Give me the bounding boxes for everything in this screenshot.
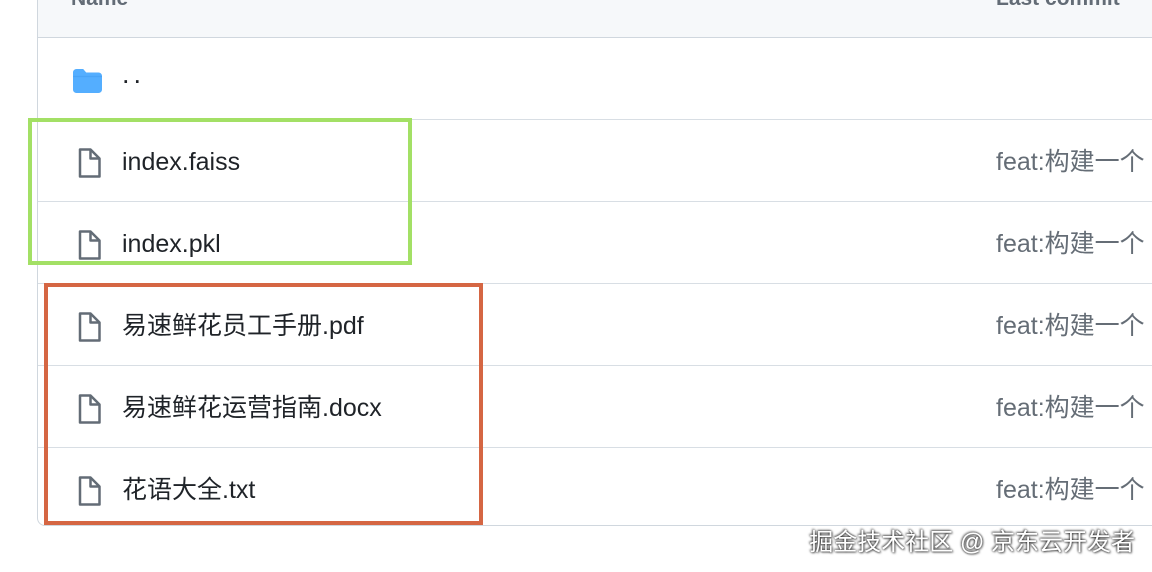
commit-message-link[interactable]: feat:构建一个 (996, 228, 1145, 260)
parent-directory-link[interactable]: .. (122, 58, 145, 90)
table-header: Name Last commit (38, 0, 1152, 38)
commit-message-link[interactable]: feat:构建一个 (996, 146, 1145, 178)
table-row-operations-guide-docx[interactable]: 易速鲜花运营指南.docx feat:构建一个 (38, 366, 1152, 448)
file-name-link[interactable]: index.faiss (122, 146, 240, 178)
file-icon (71, 230, 104, 260)
header-name: Name (71, 0, 128, 9)
table-row-index-pkl[interactable]: index.pkl feat:构建一个 (38, 202, 1152, 284)
commit-message-link[interactable]: feat:构建一个 (996, 474, 1145, 506)
file-browser-table: Name Last commit .. index.faiss feat:构建一… (37, 0, 1152, 526)
watermark: 掘金技术社区 @ 京东云开发者 (809, 529, 1135, 556)
table-row-flower-language-txt[interactable]: 花语大全.txt feat:构建一个 (38, 448, 1152, 525)
file-name-link[interactable]: index.pkl (122, 228, 221, 260)
table-row-index-faiss[interactable]: index.faiss feat:构建一个 (38, 120, 1152, 202)
file-name-link[interactable]: 易速鲜花员工手册.pdf (122, 310, 364, 342)
folder-icon (71, 66, 104, 96)
table-row-employee-handbook-pdf[interactable]: 易速鲜花员工手册.pdf feat:构建一个 (38, 284, 1152, 366)
file-icon (71, 394, 104, 424)
file-name-link[interactable]: 易速鲜花运营指南.docx (122, 392, 382, 424)
file-name-link[interactable]: 花语大全.txt (122, 474, 255, 506)
commit-message-link[interactable]: feat:构建一个 (996, 392, 1145, 424)
screenshot-stage: Name Last commit .. index.faiss feat:构建一… (0, 0, 1152, 572)
file-icon (71, 148, 104, 178)
commit-message-link[interactable]: feat:构建一个 (996, 310, 1145, 342)
header-last-commit: Last commit (996, 0, 1120, 9)
file-icon (71, 476, 104, 506)
table-row-parent-directory[interactable]: .. (38, 38, 1152, 120)
file-icon (71, 312, 104, 342)
